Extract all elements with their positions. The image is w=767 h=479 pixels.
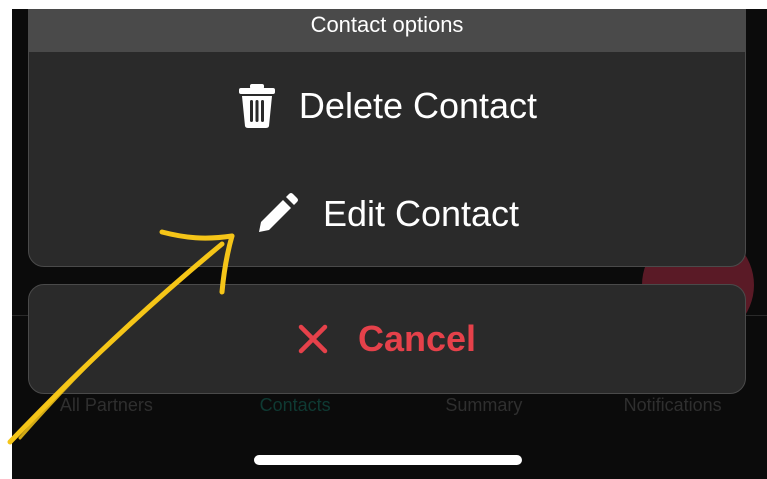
- close-icon: [298, 324, 328, 354]
- contact-options-sheet: Contact options Delete Contact Edit Cont…: [28, 9, 746, 267]
- delete-contact-label: Delete Contact: [298, 85, 538, 126]
- trash-icon: [237, 84, 277, 128]
- edit-contact-label: Edit Contact: [322, 193, 520, 234]
- cancel-label: Cancel: [357, 318, 477, 359]
- cancel-button[interactable]: Cancel: [28, 284, 746, 394]
- home-indicator: [254, 455, 522, 465]
- app-screen: All Partners Contacts Summary Notificati…: [12, 9, 767, 479]
- pencil-icon: [255, 192, 299, 236]
- sheet-title: Contact options: [310, 12, 464, 37]
- edit-contact-button[interactable]: Edit Contact: [29, 160, 745, 266]
- delete-contact-button[interactable]: Delete Contact: [29, 52, 745, 160]
- sheet-header: Contact options: [29, 9, 745, 52]
